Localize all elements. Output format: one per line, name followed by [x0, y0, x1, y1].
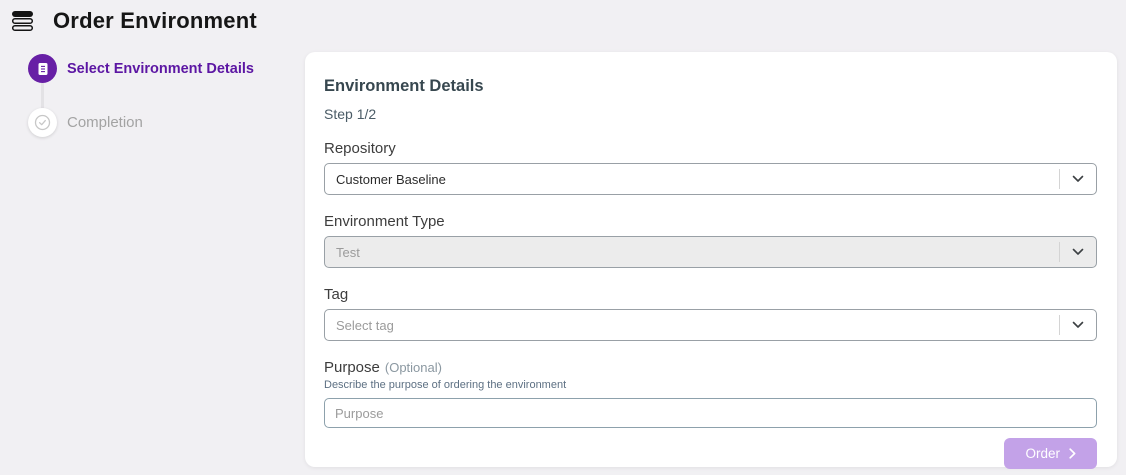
- stepper-step-label: Select Environment Details: [67, 60, 254, 77]
- tag-placeholder: Select tag: [336, 317, 394, 333]
- document-icon: [28, 54, 57, 83]
- chevron-down-icon[interactable]: [1060, 175, 1096, 183]
- purpose-input[interactable]: [324, 398, 1097, 428]
- header: Order Environment: [0, 0, 1126, 42]
- repository-selected-value: Customer Baseline: [336, 171, 446, 187]
- environment-type-select[interactable]: Test: [324, 236, 1097, 268]
- purpose-label: Purpose: [324, 359, 380, 376]
- repository-label: Repository: [324, 140, 396, 157]
- card-title: Environment Details: [324, 77, 484, 95]
- stepper-step-select-environment-details: Select Environment Details: [28, 54, 298, 83]
- stepper-step-label: Completion: [67, 114, 143, 131]
- order-button[interactable]: Order: [1004, 438, 1097, 469]
- tag-label: Tag: [324, 286, 349, 303]
- tag-field: Tag Select tag: [324, 286, 1097, 341]
- stepper-connector: [41, 83, 44, 108]
- environment-type-field: Environment Type Test: [324, 213, 1097, 268]
- order-button-label: Order: [1025, 446, 1060, 461]
- repository-field: Repository Customer Baseline: [324, 140, 1097, 195]
- purpose-optional-note: (Optional): [384, 360, 442, 375]
- repository-select[interactable]: Customer Baseline: [324, 163, 1097, 195]
- environment-type-selected-value: Test: [336, 244, 360, 260]
- chevron-right-icon: [1069, 448, 1076, 459]
- purpose-field: Purpose (Optional) Describe the purpose …: [324, 359, 1097, 428]
- environment-type-label: Environment Type: [324, 213, 445, 230]
- step-indicator: Step 1/2: [324, 106, 377, 122]
- check-circle-icon: [28, 108, 57, 137]
- tag-select[interactable]: Select tag: [324, 309, 1097, 341]
- purpose-helper-text: Describe the purpose of ordering the env…: [324, 379, 567, 391]
- chevron-down-icon[interactable]: [1060, 321, 1096, 329]
- page-title: Order Environment: [53, 8, 257, 33]
- wizard-stepper: Select Environment Details Completion: [28, 54, 298, 137]
- chevron-down-icon[interactable]: [1060, 248, 1096, 256]
- stepper-step-completion: Completion: [28, 108, 298, 137]
- stack-menu-icon[interactable]: [9, 7, 37, 35]
- environment-details-card: Environment Details Step 1/2 Repository …: [305, 52, 1117, 469]
